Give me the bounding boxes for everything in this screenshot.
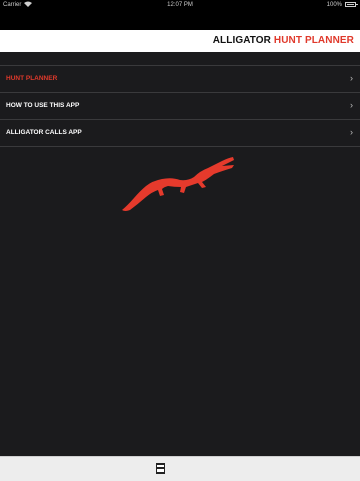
menu-item-label: HOW TO USE THIS APP xyxy=(6,102,80,109)
app-title-part2: HUNT PLANNER xyxy=(273,35,354,46)
book-icon[interactable] xyxy=(156,461,165,474)
battery-icon xyxy=(345,2,358,7)
top-spacer xyxy=(0,10,360,30)
chevron-right-icon: › xyxy=(350,73,353,83)
main-menu: HUNT PLANNER › HOW TO USE THIS APP › ALL… xyxy=(0,52,360,147)
chevron-right-icon: › xyxy=(350,127,353,137)
status-time: 12:07 PM xyxy=(167,2,193,8)
app-title-part1: ALLIGATOR xyxy=(212,35,272,46)
menu-item-label: ALLIGATOR CALLS APP xyxy=(6,129,82,136)
app-title: ALLIGATOR HUNT PLANNER xyxy=(213,35,354,46)
status-bar: Carrier 12:07 PM 100% xyxy=(0,0,360,10)
menu-item-how-to-use[interactable]: HOW TO USE THIS APP › xyxy=(0,93,360,120)
menu-top-divider xyxy=(0,52,360,66)
menu-item-hunt-planner[interactable]: HUNT PLANNER › xyxy=(0,66,360,93)
app-header: ALLIGATOR HUNT PLANNER xyxy=(0,30,360,52)
battery-percent: 100% xyxy=(326,2,342,8)
bottom-toolbar xyxy=(0,456,360,481)
menu-item-alligator-calls[interactable]: ALLIGATOR CALLS APP › xyxy=(0,120,360,147)
alligator-logo xyxy=(118,153,238,213)
menu-item-label: HUNT PLANNER xyxy=(6,75,58,82)
chevron-right-icon: › xyxy=(350,100,353,110)
